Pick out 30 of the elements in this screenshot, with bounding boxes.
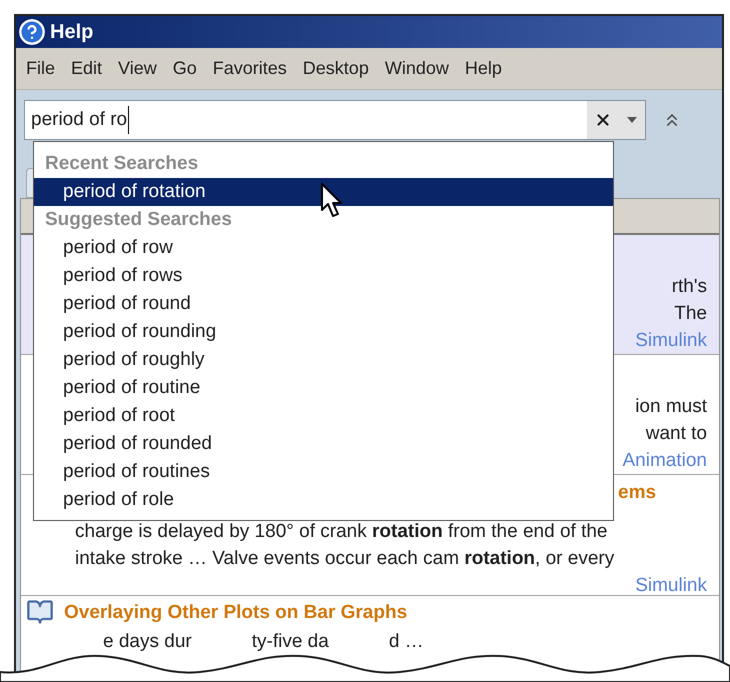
- result-snippet: The: [674, 302, 707, 326]
- menu-item[interactable]: View: [112, 55, 163, 82]
- result-snippet: intake stroke … Valve events occur each cam rotation, or every: [75, 547, 616, 571]
- product-link[interactable]: Animation: [622, 447, 707, 474]
- window-title: Help: [50, 20, 94, 45]
- caret-icon: [627, 117, 637, 123]
- menu-item[interactable]: File: [20, 55, 62, 82]
- result-snippet: ion must: [635, 395, 707, 419]
- section-heading: Suggested Searches: [44, 208, 233, 232]
- result-snippet: want to: [646, 422, 707, 446]
- section-heading: Recent Searches: [44, 152, 200, 176]
- menu-item[interactable]: Desktop: [296, 55, 375, 82]
- menu-item[interactable]: Go: [166, 55, 203, 82]
- suggestion-item[interactable]: period of rotation: [34, 178, 613, 206]
- clear-button[interactable]: [587, 101, 619, 139]
- result-snippet: rth's: [672, 275, 707, 299]
- dropdown-button[interactable]: [619, 101, 645, 139]
- result-snippet: charge is delayed by 180° of crank rotation from the end of the: [75, 520, 608, 544]
- search-text: period of ro: [25, 106, 130, 134]
- menu-item[interactable]: Edit: [65, 55, 108, 82]
- result-snippet: d …: [388, 630, 424, 654]
- help-icon: [18, 18, 46, 46]
- product-link[interactable]: Simulink: [635, 572, 707, 599]
- search-field[interactable]: period of ro: [24, 100, 646, 140]
- menu-item[interactable]: Window: [378, 55, 455, 82]
- result-snippet: e days dur: [103, 630, 192, 654]
- book-icon: [26, 598, 54, 626]
- result-snippet: ty-five da: [252, 630, 329, 654]
- menu-item[interactable]: Favorites: [206, 55, 293, 82]
- menu-item[interactable]: Help: [458, 55, 508, 82]
